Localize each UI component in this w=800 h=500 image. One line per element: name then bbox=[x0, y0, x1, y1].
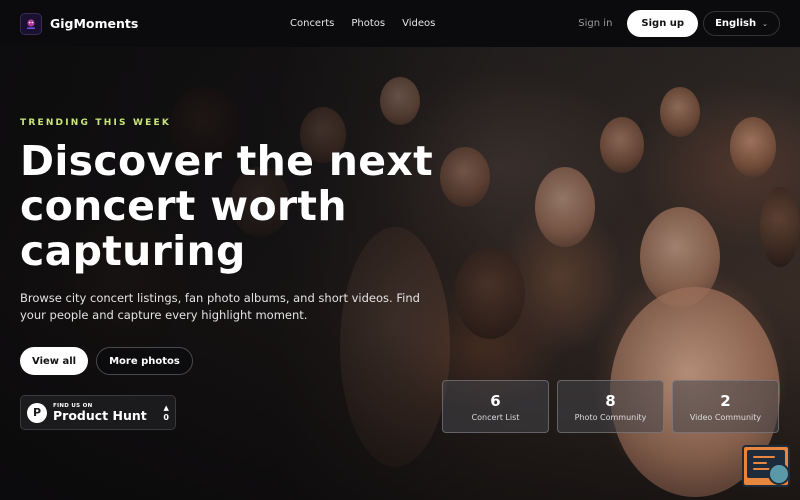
stat-label: Photo Community bbox=[574, 412, 647, 422]
brand-name: GigMoments bbox=[50, 16, 139, 31]
sign-up-button[interactable]: Sign up bbox=[627, 10, 699, 37]
upvote-arrow-icon: ▲ bbox=[163, 403, 169, 412]
product-hunt-big-text: Product Hunt bbox=[53, 407, 147, 423]
navbar: GigMoments Concerts Photos Videos Sign i… bbox=[0, 0, 800, 47]
stat-value: 6 bbox=[490, 391, 501, 410]
stat-card-concert-list[interactable]: 6 Concert List bbox=[442, 380, 549, 433]
stat-value: 2 bbox=[720, 391, 731, 410]
nav-actions: Sign in Sign up English ⌄ bbox=[578, 0, 780, 47]
more-photos-button[interactable]: More photos bbox=[96, 347, 193, 375]
stat-label: Concert List bbox=[471, 412, 520, 422]
stat-card-video-community[interactable]: 2 Video Community bbox=[672, 380, 779, 433]
stat-value: 8 bbox=[605, 391, 616, 410]
product-hunt-badge[interactable]: P FIND US ON Product Hunt ▲ 0 bbox=[20, 395, 176, 430]
hero-headline: Discover the next concert worth capturin… bbox=[20, 137, 433, 275]
sign-in-link[interactable]: Sign in bbox=[578, 18, 612, 29]
language-selector[interactable]: English ⌄ bbox=[703, 11, 780, 36]
stats-row: 6 Concert List 8 Photo Community 2 Video… bbox=[442, 380, 779, 433]
code-search-icon[interactable] bbox=[742, 445, 790, 487]
hero-cta-row: View all More photos bbox=[20, 347, 193, 375]
product-hunt-logo-icon: P bbox=[27, 402, 47, 423]
language-label: English bbox=[715, 18, 757, 29]
brand-logo-icon bbox=[20, 12, 42, 35]
stat-label: Video Community bbox=[689, 412, 762, 422]
product-hunt-vote-count: 0 bbox=[163, 412, 169, 422]
product-hunt-votes: ▲ 0 bbox=[163, 404, 169, 422]
main-nav: Concerts Photos Videos bbox=[290, 0, 435, 47]
product-hunt-text: FIND US ON Product Hunt bbox=[53, 403, 147, 423]
chevron-down-icon: ⌄ bbox=[762, 19, 768, 28]
nav-link-concerts[interactable]: Concerts bbox=[290, 18, 334, 29]
hero-description: Browse city concert listings, fan photo … bbox=[20, 291, 420, 322]
nav-link-videos[interactable]: Videos bbox=[402, 18, 435, 29]
brand[interactable]: GigMoments bbox=[20, 12, 139, 35]
view-all-button[interactable]: View all bbox=[20, 347, 89, 375]
hero-eyebrow: TRENDING THIS WEEK bbox=[20, 118, 172, 128]
nav-link-photos[interactable]: Photos bbox=[351, 18, 385, 29]
magnifier-icon bbox=[768, 463, 790, 485]
stat-card-photo-community[interactable]: 8 Photo Community bbox=[557, 380, 664, 433]
